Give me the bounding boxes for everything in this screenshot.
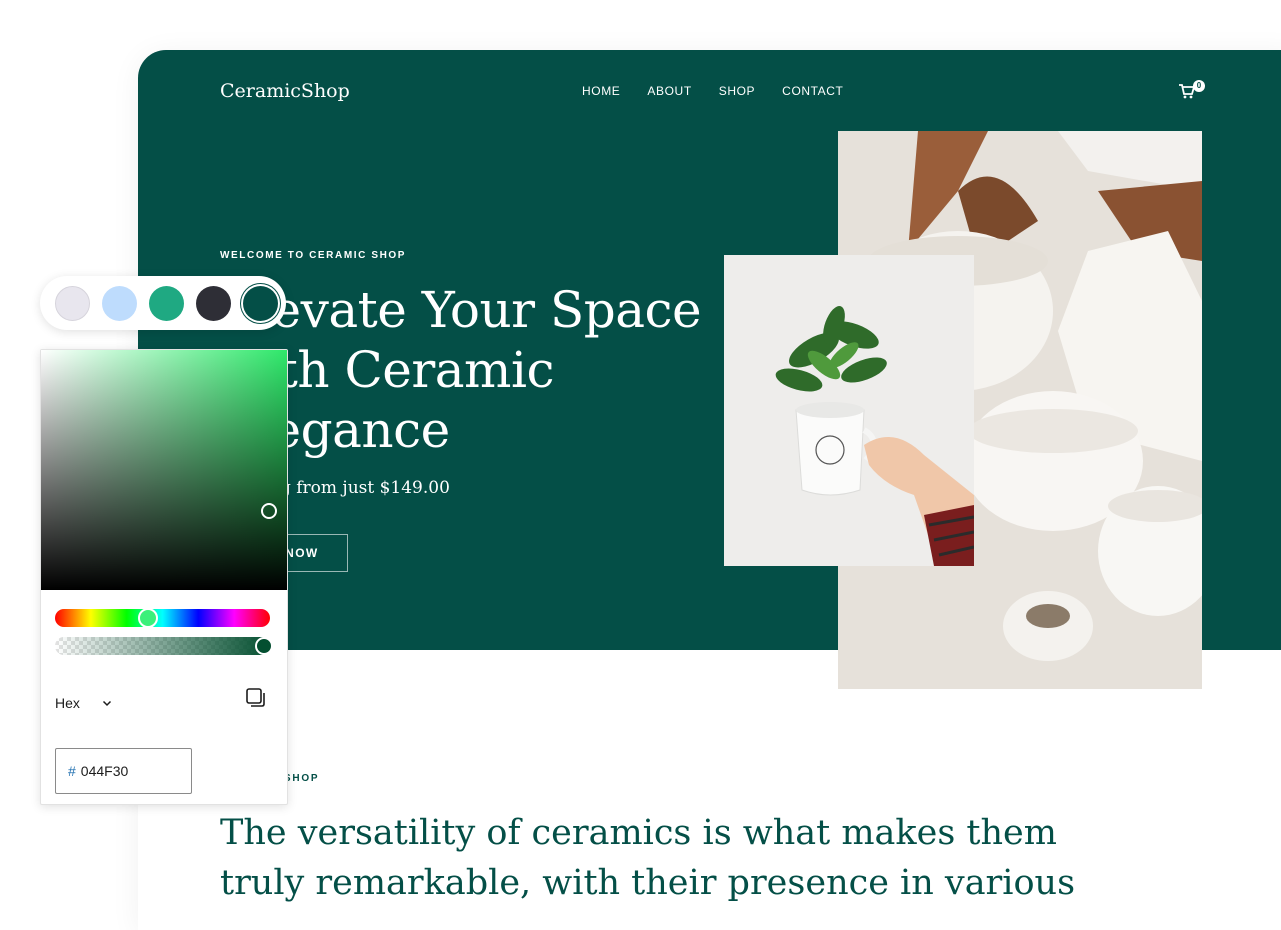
color-picker: Hex # 044F30 (40, 349, 288, 805)
hero-title: Elevate Your Space with Ceramic Elegance (220, 281, 702, 459)
swatch-teal[interactable] (149, 285, 184, 321)
plant-mug-photo (724, 255, 974, 566)
section-heading: The versatility of ceramics is what make… (220, 813, 1076, 903)
nav-about[interactable]: ABOUT (647, 84, 691, 98)
swatch-dark-green[interactable] (243, 285, 278, 321)
saturation-value-area[interactable] (41, 350, 287, 590)
hex-value[interactable]: 044F30 (81, 763, 128, 779)
cart-button[interactable]: 0 (1179, 80, 1207, 102)
cart-count-badge: 0 (1193, 80, 1205, 92)
swatch-charcoal[interactable] (196, 285, 231, 321)
hero-eyebrow: WELCOME TO CERAMIC SHOP (220, 250, 407, 261)
main-nav: HOME ABOUT SHOP CONTACT (582, 84, 843, 98)
hue-slider[interactable] (55, 609, 270, 627)
nav-shop[interactable]: SHOP (719, 84, 755, 98)
nav-contact[interactable]: CONTACT (782, 84, 843, 98)
alpha-slider[interactable] (55, 637, 270, 655)
alpha-slider-handle[interactable] (255, 637, 273, 655)
saturation-value-handle[interactable] (261, 503, 277, 519)
site-logo[interactable]: CeramicShop (220, 80, 350, 102)
hex-prefix: # (68, 763, 76, 779)
hex-input[interactable]: # 044F30 (55, 748, 192, 794)
swatch-light-blue[interactable] (102, 285, 137, 321)
website-preview: CeramicShop HOME ABOUT SHOP CONTACT 0 WE… (138, 50, 1281, 930)
color-palette (40, 276, 286, 330)
color-format-select[interactable]: Hex (55, 695, 80, 711)
chevron-down-icon[interactable] (101, 697, 113, 709)
swatch-light-gray[interactable] (55, 285, 90, 321)
nav-home[interactable]: HOME (582, 84, 620, 98)
plant-mug-illustration (724, 255, 974, 566)
copy-icon[interactable] (245, 687, 267, 709)
hue-slider-handle[interactable] (138, 608, 158, 628)
